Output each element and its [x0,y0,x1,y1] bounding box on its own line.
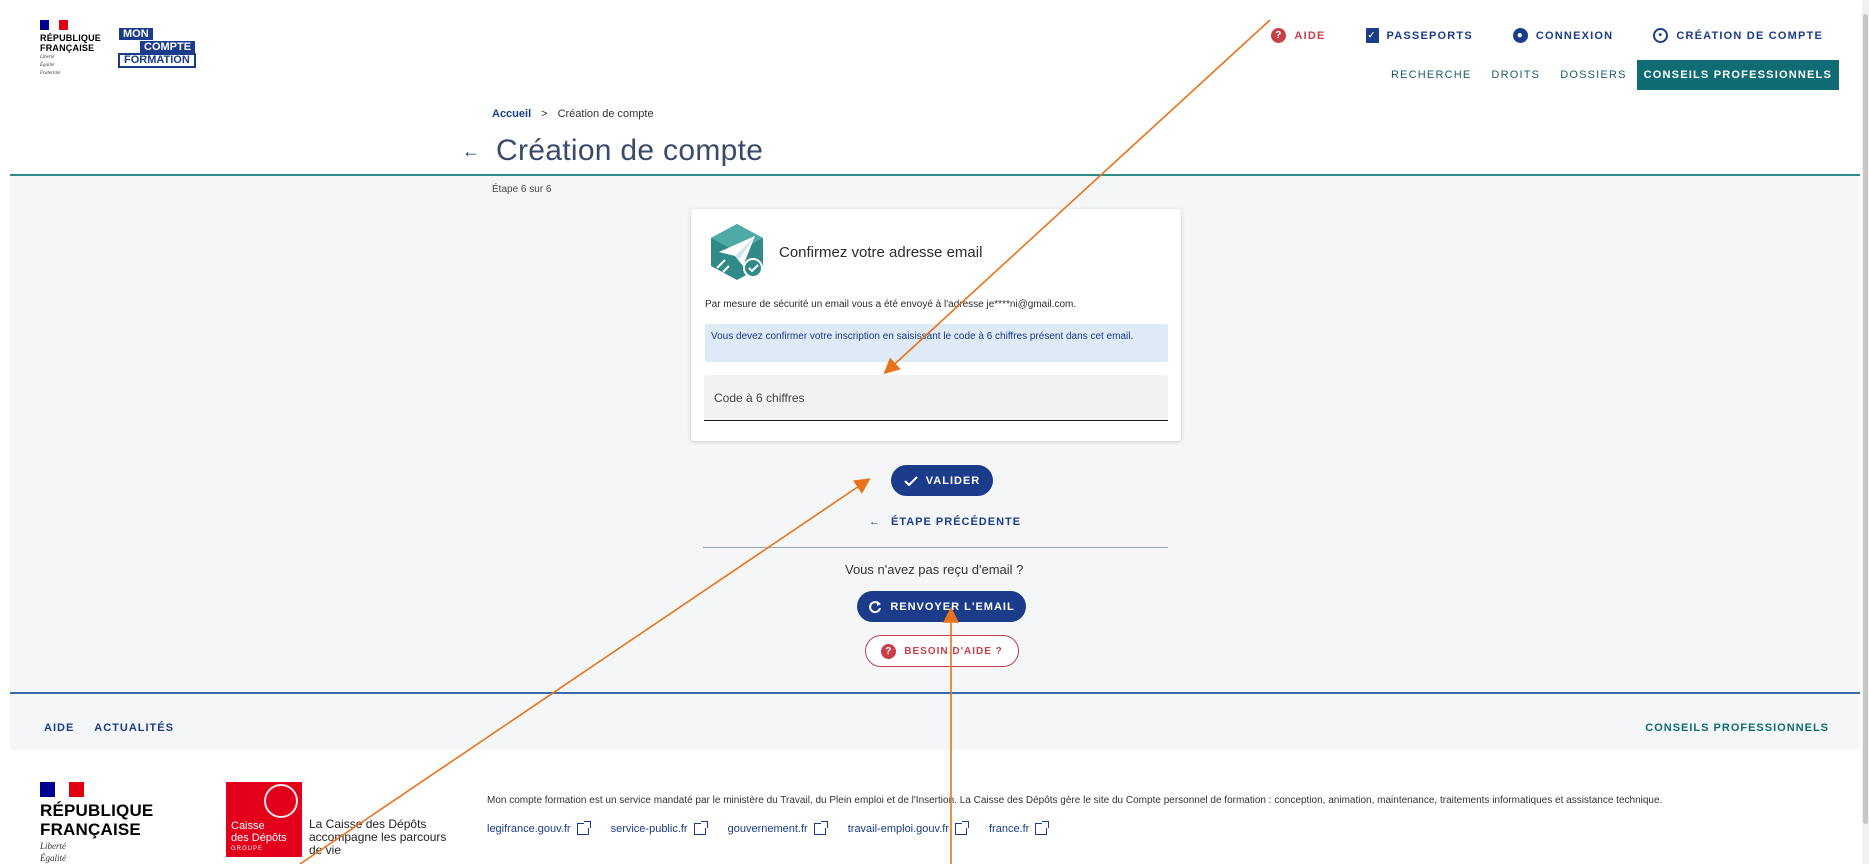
step-indicator: Étape 6 sur 6 [492,184,552,195]
card-title: Confirmez votre adresse email [779,244,983,261]
cdc-line: des Dépôts [231,832,287,844]
email-sent-text: Par mesure de sécurité un email vous a é… [705,299,1077,310]
footer-motto-line: Liberté [40,841,66,851]
republique-name-line: RÉPUBLIQUE [40,33,102,43]
page-title: Création de compte [496,134,764,167]
footer-link-service-public[interactable]: service-public.fr [610,821,708,835]
republique-motto-line: Égalité [40,63,55,68]
besoin-aide-button[interactable]: ? BESOIN D'AIDE ? [865,635,1019,667]
top-nav-passeports[interactable]: ✓ PASSEPORTS [1365,28,1473,43]
refresh-icon [869,600,882,613]
divider [703,547,1168,548]
nav-dossiers[interactable]: DOSSIERS [1550,60,1636,90]
cdc-tagline: La Caisse des Dépôts accompagne les parc… [309,817,447,857]
top-nav-connexion[interactable]: ● CONNEXION [1512,28,1614,43]
top-nav-passeports-label: PASSEPORTS [1386,29,1473,42]
republique-francaise-logo[interactable]: RÉPUBLIQUE FRANÇAISE Liberté Égalité Fra… [40,20,112,77]
top-nav-creation-compte[interactable]: • CRÉATION DE COMPTE [1653,28,1823,43]
external-link-icon [693,821,708,835]
footer-link-label: travail-emploi.gouv.fr [847,823,949,835]
no-email-text: Vous n'avez pas reçu d'email ? [845,562,1024,577]
footer-description: Mon compte formation est un service mand… [487,795,1663,806]
brand-word: MON [119,28,153,40]
footer-link-actualites[interactable]: ACTUALITÉS [94,722,174,734]
republique-motto-line: Fraternité [40,71,61,76]
fingerprint-icon [264,784,298,818]
caisse-des-depots-logo[interactable]: Caisse des Dépôts GROUPE [226,782,302,857]
valider-label: VALIDER [925,474,981,487]
footer-nav-bar [10,694,1860,750]
footer-link-label: service-public.fr [610,823,688,835]
cdc-line: Caisse [231,820,265,832]
external-link-icon [955,821,969,835]
brand-word: COMPTE [140,41,196,53]
etape-precedente-label: ÉTAPE PRÉCÉDENTE [891,516,1022,528]
external-link-icon [576,821,591,835]
footer-link-label: legifrance.gouv.fr [487,823,571,835]
footer-link-france[interactable]: france.fr [989,821,1050,835]
check-icon [904,475,918,486]
breadcrumb-current: Création de compte [557,108,654,120]
cdc-groupe: GROUPE [231,846,264,852]
code-input[interactable]: Code à 6 chiffres [704,375,1168,421]
footer-link-label: gouvernement.fr [727,823,808,835]
nav-recherche[interactable]: RECHERCHE [1381,60,1481,90]
scrollbar-thumb[interactable] [1863,14,1868,824]
republique-name-line: FRANÇAISE [40,43,95,53]
footer-republique-logo: RÉPUBLIQUE FRANÇAISE Liberté Égalité [40,782,153,863]
arrow-left-icon: ← [869,516,881,528]
paper-plane-check-icon [711,224,763,280]
top-navigation: ? AIDE ✓ PASSEPORTS ● CONNEXION • CRÉATI… [1271,28,1823,43]
footer-link-label: france.fr [989,823,1030,835]
back-arrow-icon[interactable]: ← [462,141,480,162]
valider-button[interactable]: VALIDER [891,465,993,496]
french-flag-icon [40,782,85,797]
footer-links: legifrance.gouv.fr service-public.fr gou… [487,821,1050,835]
info-message: Vous devez confirmer votre inscription e… [705,324,1168,362]
breadcrumb-home-link[interactable]: Accueil [492,108,531,120]
top-nav-connexion-label: CONNEXION [1535,29,1614,42]
renvoyer-label: RENVOYER L'EMAIL [890,600,1015,613]
vertical-scrollbar[interactable] [1862,0,1869,864]
footer-link-conseils[interactable]: CONSEILS PROFESSIONNELS [1645,722,1829,734]
mon-compte-formation-logo[interactable]: MON COMPTE FORMATION [118,28,204,70]
etape-precedente-button[interactable]: ← ÉTAPE PRÉCÉDENTE [869,516,1021,528]
republique-motto-line: Liberté [40,55,55,60]
passport-document-icon: ✓ [1365,28,1379,43]
nav-conseils-professionnels[interactable]: CONSEILS PROFESSIONNELS [1636,60,1839,90]
external-link-icon [1035,821,1050,835]
footer-motto-line: Égalité [40,853,66,863]
user-icon: ● [1512,28,1528,43]
external-link-icon [813,821,828,835]
renvoyer-email-button[interactable]: RENVOYER L'EMAIL [857,591,1026,622]
page-title-row: ← Création de compte [462,134,763,168]
footer-link-legifrance[interactable]: legifrance.gouv.fr [487,821,591,835]
footer-link-travail-emploi[interactable]: travail-emploi.gouv.fr [847,821,969,835]
help-icon: ? [1271,28,1287,43]
title-band [0,92,1869,176]
footer-republique-line: RÉPUBLIQUE [40,801,154,820]
besoin-aide-label: BESOIN D'AIDE ? [904,645,1003,657]
breadcrumb: Accueil > Création de compte [492,108,654,120]
footer-link-aide[interactable]: AIDE [44,722,74,734]
footer-nav-left: AIDE ACTUALITÉS [44,722,174,734]
footer-republique-line: FRANÇAISE [40,820,141,839]
site-header: RÉPUBLIQUE FRANÇAISE Liberté Égalité Fra… [0,0,1869,92]
footer-link-gouvernement[interactable]: gouvernement.fr [727,821,828,835]
breadcrumb-separator: > [541,108,548,120]
help-icon: ? [881,643,897,659]
email-confirmation-card: Confirmez votre adresse email Par mesure… [691,209,1181,441]
top-nav-aide[interactable]: ? AIDE [1271,28,1325,43]
user-outline-icon: • [1653,28,1669,43]
brand-word: FORMATION [118,53,196,68]
nav-droits[interactable]: DROITS [1481,60,1550,90]
top-nav-creation-label: CRÉATION DE COMPTE [1676,29,1823,42]
top-nav-aide-label: AIDE [1294,29,1326,42]
main-navigation: RECHERCHE DROITS DOSSIERS CONSEILS PROFE… [1381,60,1839,90]
french-flag-icon [40,20,68,30]
